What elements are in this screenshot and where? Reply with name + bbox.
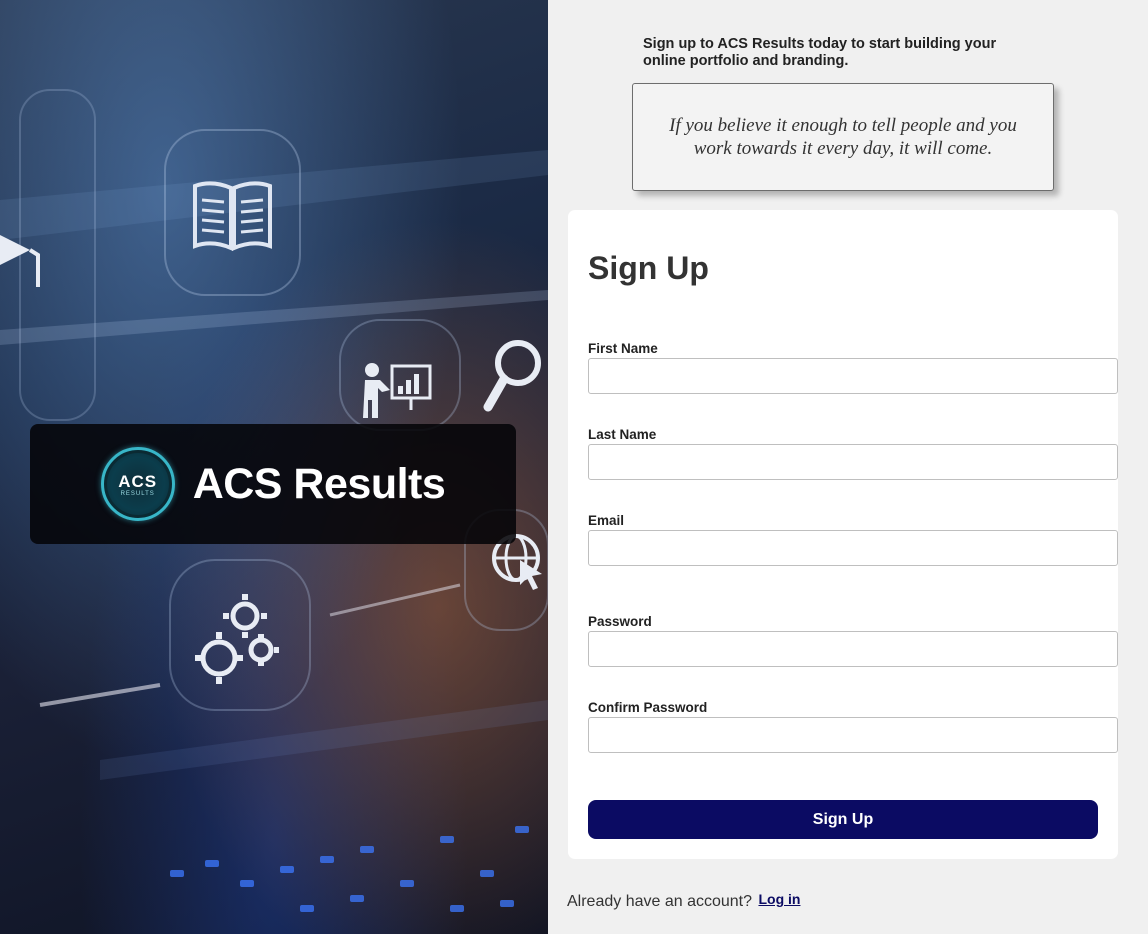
presentation-icon: [363, 363, 432, 418]
email-input[interactable]: [588, 530, 1118, 566]
password-input[interactable]: [588, 631, 1118, 667]
sign-up-button[interactable]: Sign Up: [588, 800, 1098, 839]
brand-name: ACS Results: [192, 459, 446, 508]
graduation-cap-icon: [0, 235, 40, 287]
gears-icon: [195, 594, 279, 684]
first-name-label: First Name: [588, 341, 658, 356]
brand-logo-text: ACS: [118, 471, 158, 491]
brand-logo-subtext: RESULTS: [120, 490, 155, 497]
open-book-icon: [193, 181, 272, 252]
hero-panel: ACS RESULTS ACS Results: [0, 0, 548, 934]
login-prompt-text: Already have an account?: [567, 893, 753, 910]
confirm-password-input[interactable]: [588, 717, 1118, 753]
password-label: Password: [588, 614, 652, 629]
quote-box: If you believe it enough to tell people …: [632, 83, 1054, 191]
magnifier-icon: [483, 340, 541, 412]
email-label: Email: [588, 513, 625, 528]
confirm-password-label: Confirm Password: [588, 700, 708, 715]
login-link[interactable]: Log in: [758, 891, 800, 907]
signup-form: Sign Up First Name Last Name Email Passw…: [568, 210, 1118, 859]
brand-logo: ACS RESULTS: [100, 447, 175, 521]
brand-banner: ACS RESULTS ACS Results: [30, 424, 516, 544]
login-prompt: Already have an account? Log in: [567, 891, 800, 911]
last-name-input[interactable]: [588, 444, 1118, 480]
last-name-label: Last Name: [588, 427, 657, 442]
form-title: Sign Up: [588, 250, 709, 286]
first-name-input[interactable]: [588, 358, 1118, 394]
intro-text: Sign up to ACS Results today to start bu…: [643, 36, 997, 69]
quote-text: If you believe it enough to tell people …: [669, 115, 1017, 159]
